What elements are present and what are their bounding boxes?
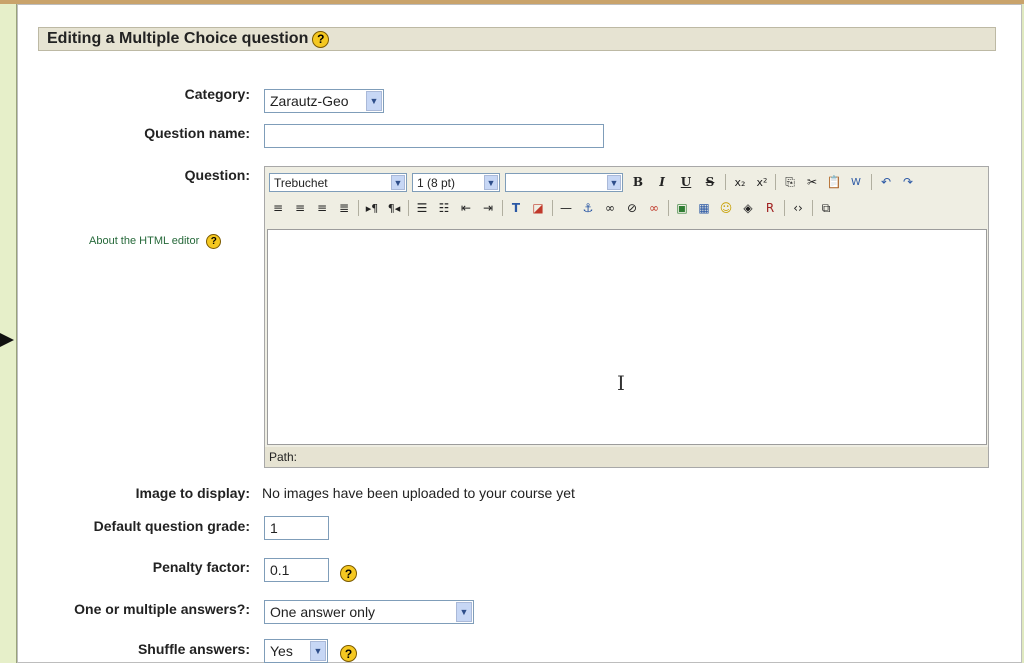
horizontal-rule-icon[interactable]: — [557,199,575,217]
redo-icon[interactable]: ↷ [899,173,917,191]
image-icon[interactable]: ▣ [673,199,691,217]
toolbar-separator [871,174,872,190]
align-center-icon[interactable]: ≡ [291,199,309,217]
pointer-arrow-icon [0,333,14,347]
page-title: Editing a Multiple Choice question [47,30,309,47]
chevron-down-icon: ▼ [366,91,382,111]
editor-toolbar-row-1: Trebuchet ▼ 1 (8 pt) ▼ ▼ B I U S x₂ x² ⎘… [265,169,988,193]
path-label: Path: [269,450,298,464]
one-or-multiple-value: One answer only [270,604,376,620]
align-right-icon[interactable]: ≡ [313,199,331,217]
text-cursor-icon: I [617,371,625,395]
editor-path-bar: Path: [265,447,988,467]
toolbar-separator [502,200,503,216]
ltr-icon[interactable]: ▸¶ [363,199,381,217]
rtl-icon[interactable]: ¶◂ [385,199,403,217]
underline-icon[interactable]: U [677,173,695,191]
help-icon[interactable]: ? [340,645,357,662]
default-grade-input[interactable] [264,516,329,540]
undo-icon[interactable]: ↶ [877,173,895,191]
question-label: Question: [184,167,250,183]
image-to-display-label: Image to display: [135,485,250,501]
anchor-icon[interactable]: ⚓ [579,199,597,217]
default-grade-label: Default question grade: [93,518,250,534]
special-char-icon[interactable]: ◈ [739,199,757,217]
chevron-down-icon: ▼ [456,602,472,622]
category-value: Zarautz-Geo [270,93,349,109]
toolbar-separator [725,174,726,190]
image-to-display-value: No images have been uploaded to your cou… [262,485,575,501]
align-left-icon[interactable]: ≡ [269,199,287,217]
category-select[interactable]: Zarautz-Geo ▼ [264,89,384,113]
ordered-list-icon[interactable]: ☰ [413,199,431,217]
one-or-multiple-label: One or multiple answers?: [74,601,250,617]
strikethrough-icon[interactable]: S [701,173,719,191]
bold-icon[interactable]: B [629,173,647,191]
outdent-icon[interactable]: ⇤ [457,199,475,217]
paste-icon[interactable]: 📋 [825,173,843,191]
chevron-down-icon: ▼ [484,175,498,190]
toolbar-separator [552,200,553,216]
help-icon[interactable]: ? [312,30,330,48]
format-select[interactable]: ▼ [505,173,623,192]
about-html-editor-link[interactable]: About the HTML editor ? [89,234,222,249]
about-html-editor-text: About the HTML editor [89,235,200,247]
penalty-factor-input[interactable] [264,558,329,582]
link-icon[interactable]: ∞ [601,199,619,217]
cut-icon[interactable]: ✂ [803,173,821,191]
justify-icon[interactable]: ≣ [335,199,353,217]
shuffle-value: Yes [270,643,293,659]
editor-toolbar-row-2: ≡ ≡ ≡ ≣ ▸¶ ¶◂ ☰ ☷ ⇤ ⇥ T ◪ — ⚓ ∞ ⊘ ∞ ▣ ▦ … [265,195,988,219]
font-value: Trebuchet [274,175,328,190]
toolbar-separator [358,200,359,216]
indent-icon[interactable]: ⇥ [479,199,497,217]
fullscreen-icon[interactable]: ⧉ [817,199,835,217]
penalty-factor-label: Penalty factor: [152,559,250,575]
section-header: Editing a Multiple Choice question ? [38,27,996,51]
question-name-input[interactable] [264,124,604,148]
shuffle-select[interactable]: Yes ▼ [264,639,328,663]
superscript-icon[interactable]: x² [753,173,771,191]
background-color-icon[interactable]: ◪ [529,199,547,217]
one-or-multiple-select[interactable]: One answer only ▼ [264,600,474,624]
unlink-icon[interactable]: ⊘ [623,199,641,217]
toolbar-separator [775,174,776,190]
question-name-label: Question name: [144,125,250,141]
help-icon[interactable]: ? [340,565,357,582]
chevron-down-icon: ▼ [391,175,405,190]
size-select[interactable]: 1 (8 pt) ▼ [412,173,500,192]
font-select[interactable]: Trebuchet ▼ [269,173,407,192]
html-editor: Trebuchet ▼ 1 (8 pt) ▼ ▼ B I U S x₂ x² ⎘… [264,166,989,468]
toolbar-separator [408,200,409,216]
nolink-icon[interactable]: ∞ [645,199,663,217]
toolbar-separator [784,200,785,216]
size-value: 1 (8 pt) [417,175,456,190]
table-icon[interactable]: ▦ [695,199,713,217]
help-icon[interactable]: ? [206,234,222,249]
text-color-icon[interactable]: T [507,199,525,217]
search-replace-icon[interactable]: R [761,199,779,217]
unordered-list-icon[interactable]: ☷ [435,199,453,217]
html-source-icon[interactable]: ‹› [789,199,807,217]
italic-icon[interactable]: I [653,173,671,191]
toolbar-separator [812,200,813,216]
form-panel: Editing a Multiple Choice question ? Cat… [17,4,1022,663]
toolbar-separator [668,200,669,216]
subscript-icon[interactable]: x₂ [731,173,749,191]
chevron-down-icon: ▼ [607,175,621,190]
copy-icon[interactable]: ⎘ [781,173,799,191]
category-label: Category: [184,86,250,102]
shuffle-label: Shuffle answers: [137,641,250,657]
editor-text-area[interactable] [267,229,987,445]
smiley-icon[interactable]: ☺ [717,199,735,217]
paste-word-icon[interactable]: W [847,173,865,191]
chevron-down-icon: ▼ [310,641,326,661]
